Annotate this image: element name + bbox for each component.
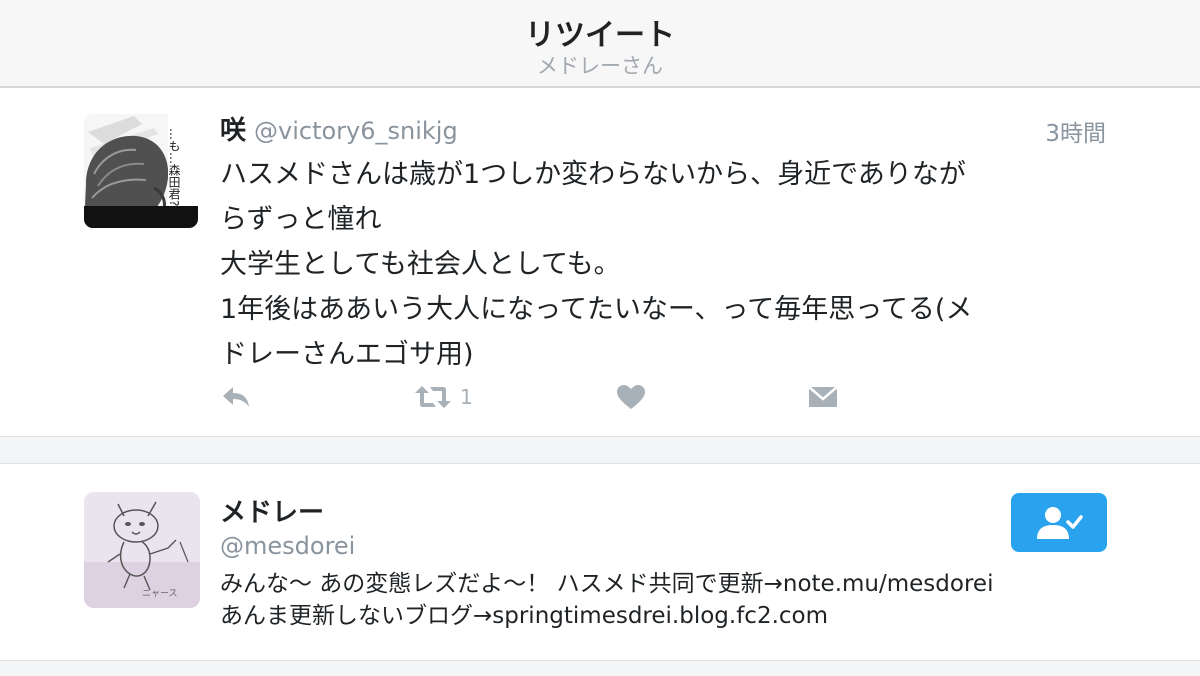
tweet-author-row: 咲 @victory6_snikjg bbox=[220, 110, 458, 150]
tweet-cell[interactable]: …も…森田君? 咲 @victory6_snikjg 3時間 ハスメドさんは歳が1… bbox=[0, 88, 1200, 436]
user-display-name[interactable]: メドレー bbox=[220, 492, 324, 529]
envelope-icon bbox=[808, 386, 838, 407]
reply-button[interactable] bbox=[220, 382, 252, 412]
reply-icon bbox=[223, 387, 249, 407]
section-separator bbox=[0, 436, 1200, 464]
following-button[interactable] bbox=[1011, 493, 1107, 552]
avatar-speech-text: …も…森田君? bbox=[167, 128, 181, 206]
cat-sketch-avatar-image: ニャース bbox=[84, 492, 200, 608]
like-button[interactable] bbox=[616, 382, 646, 412]
retweet-button[interactable]: 1 bbox=[414, 382, 473, 412]
user-bio: みんな〜 あの変態レズだよ〜！ ハスメド共同で更新→note.mu/mesdor… bbox=[220, 568, 993, 632]
direct-message-button[interactable] bbox=[808, 382, 838, 412]
tweet-text-line: らずっと憧れ bbox=[220, 204, 382, 235]
avatar-caption-text: ニャース bbox=[142, 589, 178, 599]
page-title: リツイート bbox=[525, 18, 675, 53]
manga-avatar-image: …も…森田君? bbox=[84, 114, 198, 228]
tweet-text-line: 大学生としても社会人としても。 bbox=[220, 249, 621, 280]
retweet-icon bbox=[415, 386, 451, 408]
tweet-text-line: 1年後はああいう大人になってたいなー、って毎年思ってる(メ bbox=[220, 294, 973, 325]
retweet-count: 1 bbox=[460, 385, 473, 409]
following-user-check-icon bbox=[1037, 506, 1083, 539]
user-cell[interactable]: ニャース メドレー @mesdorei みんな〜 あの変態レズだよ〜！ ハスメド… bbox=[0, 464, 1200, 660]
tweet-action-bar: 1 bbox=[220, 382, 1120, 412]
section-separator-bottom bbox=[0, 660, 1200, 676]
tweet-author-name[interactable]: 咲 bbox=[220, 116, 246, 146]
tweet-text-line: ハスメドさんは歳が1つしか変わらないから、身近でありなが bbox=[220, 159, 966, 190]
page-subtitle: メドレーさん bbox=[537, 54, 663, 78]
user-handle[interactable]: @mesdorei bbox=[220, 532, 355, 560]
tweet-timestamp: 3時間 bbox=[1045, 121, 1106, 147]
bio-line: みんな〜 あの変態レズだよ〜！ ハスメド共同で更新→note.mu/mesdor… bbox=[220, 571, 994, 597]
heart-icon bbox=[617, 385, 645, 409]
bio-line: あんま更新しないブログ→springtimesdrei.blog.fc2.com bbox=[220, 603, 829, 629]
tweet-body: ハスメドさんは歳が1つしか変わらないから、身近でありなが らずっと憧れ 大学生と… bbox=[220, 152, 1120, 377]
tweet-author-avatar[interactable]: …も…森田君? bbox=[84, 114, 198, 228]
tweet-text-line: ドレーさんエゴサ用) bbox=[220, 339, 474, 370]
user-avatar[interactable]: ニャース bbox=[84, 492, 200, 608]
nav-header: リツイート メドレーさん bbox=[0, 0, 1200, 88]
tweet-author-handle[interactable]: @victory6_snikjg bbox=[254, 117, 458, 145]
